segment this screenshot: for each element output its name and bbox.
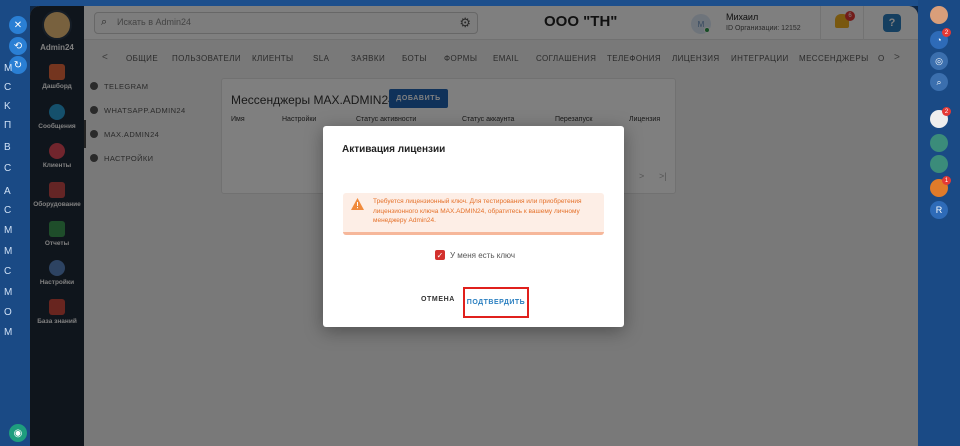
outer-left-sidebar: ✕ ⟲ ↻ ◉ MCKПBCACMMCMOM [0, 0, 30, 446]
dialog-title: Активация лицензии [342, 144, 446, 155]
outer-nav-letter[interactable]: M [4, 225, 12, 236]
link-icon[interactable]: ⟲ [9, 37, 27, 55]
outer-nav-letter[interactable]: B [4, 142, 11, 153]
outer-nav-letter[interactable]: C [4, 82, 11, 93]
warning-text: Требуется лицензионный ключ. Для тестиро… [373, 198, 582, 224]
calendar-icon[interactable] [930, 155, 948, 173]
search-icon[interactable]: ⌕ [930, 73, 948, 91]
outer-nav-letter[interactable]: C [4, 163, 11, 174]
have-key-checkbox-row[interactable]: ✓ У меня есть ключ [435, 250, 515, 260]
outer-nav-letter[interactable]: M [4, 63, 12, 74]
have-key-checkbox[interactable]: ✓ [435, 250, 445, 260]
app-avatar-icon[interactable]: ◉ [9, 424, 27, 442]
outer-nav-letter[interactable]: C [4, 205, 11, 216]
outer-right-sidebar: ◔ 2 ◎ ⌕ 2 1 R [918, 0, 960, 446]
license-warning: Требуется лицензионный ключ. Для тестиро… [343, 193, 604, 235]
outer-nav-letter[interactable]: K [4, 101, 11, 112]
outer-nav-letter[interactable]: П [4, 120, 11, 131]
user-avatar-icon[interactable] [930, 6, 948, 24]
have-key-label[interactable]: У меня есть ключ [450, 251, 515, 260]
close-icon[interactable]: ✕ [9, 16, 27, 34]
chat-bot-icon[interactable]: 2 [930, 107, 951, 128]
settings-icon[interactable]: ◎ [930, 52, 948, 70]
warning-icon [351, 198, 364, 210]
notifications-icon[interactable]: ◔ 2 [930, 28, 951, 49]
outer-nav-letter[interactable]: C [4, 266, 11, 277]
tasks-icon[interactable] [930, 134, 948, 152]
outer-nav-letter[interactable]: M [4, 287, 12, 298]
outer-nav-letter[interactable]: M [4, 327, 12, 338]
outer-nav-letter[interactable]: M [4, 246, 12, 257]
b24-icon[interactable]: R [930, 201, 948, 219]
cancel-button[interactable]: ОТМЕНА [421, 296, 455, 303]
outer-nav-letter[interactable]: A [4, 186, 11, 197]
contact-icon[interactable]: 1 [930, 176, 951, 197]
confirm-button[interactable]: ПОДТВЕРДИТЬ [463, 287, 529, 318]
outer-nav-letter[interactable]: O [4, 307, 12, 318]
license-activation-dialog: Активация лицензии Требуется лицензионны… [323, 126, 624, 327]
